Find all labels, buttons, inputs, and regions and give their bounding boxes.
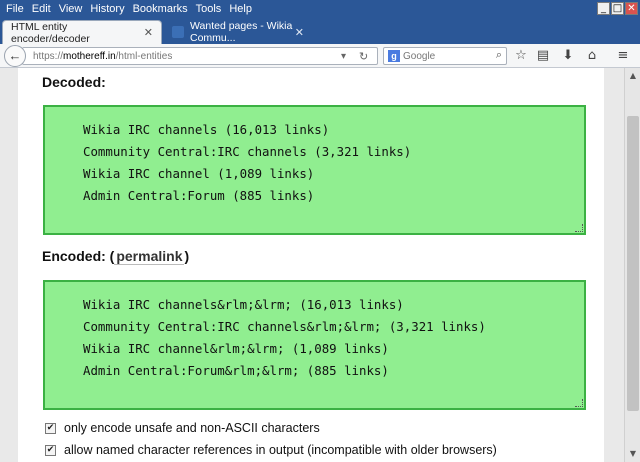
- reload-icon[interactable]: ↻: [359, 50, 368, 63]
- wikia-favicon-icon: [172, 26, 184, 38]
- permalink-link[interactable]: permalink: [114, 248, 185, 265]
- scroll-up-arrow-icon[interactable]: ▲: [625, 68, 640, 84]
- search-icon[interactable]: ⌕: [496, 49, 502, 62]
- back-button[interactable]: ←: [4, 45, 26, 67]
- paren-close: ): [184, 248, 190, 264]
- reading-list-icon[interactable]: ▤: [534, 47, 552, 65]
- decoded-line: Community Central:IRC channels (3,321 li…: [83, 144, 412, 159]
- browser-window: File Edit View History Bookmarks Tools H…: [0, 0, 640, 462]
- checkbox-allow-named-references[interactable]: ✔: [45, 444, 56, 456]
- decoded-heading: Decoded:: [42, 74, 106, 90]
- dropdown-arrow-icon[interactable]: ▾: [341, 51, 346, 62]
- page-viewport: Decoded: Wikia IRC channels (16,013 link…: [0, 68, 624, 462]
- scrollbar-thumb[interactable]: [627, 116, 639, 411]
- encoded-textarea[interactable]: Wikia IRC channels&rlm;&lrm; (16,013 lin…: [43, 280, 586, 410]
- resize-handle[interactable]: [575, 224, 583, 232]
- menu-tools[interactable]: Tools: [196, 3, 222, 15]
- checkbox-only-encode-unsafe[interactable]: ✔: [45, 422, 56, 434]
- search-box[interactable]: g Google ⌕: [383, 47, 507, 65]
- tab-wanted-pages[interactable]: Wanted pages - Wikia Commu... ✕: [164, 20, 312, 44]
- vertical-scrollbar[interactable]: ▲ ▼: [624, 68, 640, 462]
- decoded-textarea[interactable]: Wikia IRC channels (16,013 links) Commun…: [43, 105, 586, 235]
- close-tab-icon[interactable]: ✕: [144, 26, 153, 39]
- home-icon[interactable]: ⌂: [583, 47, 601, 65]
- google-icon: g: [388, 50, 400, 62]
- decoded-line: Admin Central:Forum (885 links): [83, 188, 315, 203]
- search-placeholder: Google: [403, 50, 436, 62]
- navigation-bar: https:// mothereff.in /html-entities ▾ ↻…: [0, 44, 640, 68]
- url-host: mothereff.in: [63, 50, 116, 62]
- encoded-line: Wikia IRC channel&rlm;&lrm; (1,089 links…: [83, 341, 389, 356]
- resize-handle[interactable]: [575, 399, 583, 407]
- option-label: only encode unsafe and non-ASCII charact…: [64, 421, 320, 435]
- tab-bar: HTML entity encoder/decoder ✕ Wanted pag…: [0, 18, 640, 57]
- close-window-button[interactable]: ✕: [625, 2, 638, 15]
- tab-label: HTML entity encoder/decoder: [11, 20, 90, 45]
- url-path: /html-entities: [115, 50, 173, 62]
- download-icon[interactable]: ⬇: [559, 47, 577, 65]
- menu-help[interactable]: Help: [229, 3, 252, 15]
- page-content: Decoded: Wikia IRC channels (16,013 link…: [18, 68, 604, 462]
- star-icon[interactable]: ☆: [512, 47, 530, 65]
- tab-label: Wanted pages - Wikia Commu...: [190, 20, 293, 44]
- menu-history[interactable]: History: [90, 3, 124, 15]
- maximize-button[interactable]: □: [611, 2, 624, 15]
- decoded-line: Wikia IRC channel (1,089 links): [83, 166, 315, 181]
- minimize-button[interactable]: _: [597, 2, 610, 15]
- option-only-encode-unsafe: ✔ only encode unsafe and non-ASCII chara…: [45, 421, 320, 435]
- menu-bar: File Edit View History Bookmarks Tools H…: [0, 0, 640, 18]
- url-scheme: https://: [33, 50, 64, 62]
- scroll-down-arrow-icon[interactable]: ▼: [625, 446, 640, 462]
- option-allow-named-references: ✔ allow named character references in ou…: [45, 443, 497, 457]
- menu-icon[interactable]: ≡: [614, 47, 632, 65]
- encoded-heading-label: Encoded:: [42, 248, 106, 264]
- tab-html-entities[interactable]: HTML entity encoder/decoder ✕: [2, 20, 162, 45]
- menu-edit[interactable]: Edit: [32, 3, 51, 15]
- decoded-line: Wikia IRC channels (16,013 links): [83, 122, 330, 137]
- back-icon: ←: [8, 48, 22, 63]
- menu-file[interactable]: File: [6, 3, 24, 15]
- encoded-line: Admin Central:Forum&rlm;&lrm; (885 links…: [83, 363, 389, 378]
- encoded-line: Community Central:IRC channels&rlm;&lrm;…: [83, 319, 486, 334]
- menu-view[interactable]: View: [59, 3, 83, 15]
- url-bar[interactable]: https:// mothereff.in /html-entities ▾ ↻: [22, 47, 378, 65]
- close-tab-icon[interactable]: ✕: [295, 26, 304, 39]
- encoded-heading: Encoded: (permalink): [42, 248, 190, 265]
- menu-bookmarks[interactable]: Bookmarks: [133, 3, 188, 15]
- option-label: allow named character references in outp…: [64, 443, 497, 457]
- encoded-line: Wikia IRC channels&rlm;&lrm; (16,013 lin…: [83, 297, 404, 312]
